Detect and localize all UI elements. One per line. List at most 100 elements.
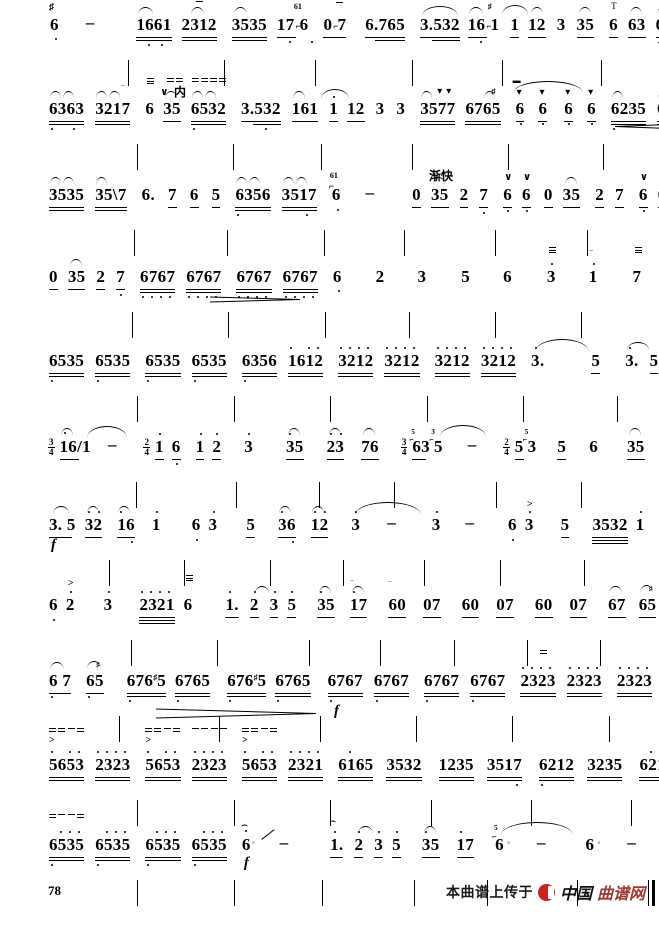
note-group: 6165 bbox=[338, 751, 374, 781]
note-group: 3535 bbox=[231, 7, 267, 41]
dynamic-forte: f bbox=[243, 855, 249, 871]
note-group: 6765 bbox=[175, 672, 211, 702]
note-group: 6 bbox=[145, 78, 155, 119]
site-logo-icon[interactable] bbox=[537, 883, 555, 901]
note-group: 2 bbox=[354, 826, 374, 858]
note-group: 6 bbox=[589, 437, 598, 456]
note-group: 2323 bbox=[616, 667, 653, 697]
note-group: ‾ 1 bbox=[588, 250, 598, 286]
note-group: 6212 bbox=[639, 751, 659, 781]
note-group: 5 bbox=[557, 438, 567, 460]
note-group: 0 bbox=[49, 268, 58, 290]
barline bbox=[581, 482, 583, 508]
note-group: T 6 bbox=[609, 2, 618, 38]
note-group: 3535 bbox=[49, 177, 85, 211]
note-group: 7 bbox=[116, 268, 126, 296]
note-group: 6 bbox=[192, 516, 201, 541]
note-group: 7 bbox=[168, 186, 177, 208]
barline bbox=[416, 716, 418, 742]
note-group: 6356 bbox=[235, 177, 271, 216]
note-group: 6535 bbox=[49, 814, 85, 866]
note-group: 07 bbox=[569, 596, 588, 618]
note-group: 23 bbox=[326, 428, 345, 460]
barline bbox=[321, 144, 323, 170]
note-group: 36 bbox=[278, 506, 296, 543]
note-group: 6363 bbox=[49, 91, 85, 130]
note-group: 2323 bbox=[566, 667, 602, 697]
note-group: 16/1 bbox=[59, 426, 127, 460]
note-group: 5 bbox=[211, 186, 221, 208]
barline bbox=[502, 60, 504, 86]
note-group: 6767 bbox=[373, 672, 410, 702]
barline bbox=[602, 144, 604, 170]
note-group: 7 bbox=[479, 186, 489, 214]
upload-credit: 本曲谱上传于 中国 曲谱网 bbox=[446, 880, 645, 904]
music-system-3: 3535 35\7 6. 7 6 5 6356 3517 61 ⌐ 6 – 渐快… bbox=[0, 170, 659, 264]
barline bbox=[500, 560, 502, 586]
barline bbox=[236, 482, 238, 508]
note-group: 3212 bbox=[434, 347, 470, 377]
note-group: 17 bbox=[456, 831, 475, 858]
note-group: 3 bbox=[396, 99, 406, 118]
note-group: 3212 bbox=[480, 347, 517, 377]
note-group: 35 bbox=[562, 177, 581, 208]
music-system-9: 6 7 ♯ 65 676♯5 6765 676♯5 6765 6767 6767… bbox=[0, 650, 659, 750]
note-group: ▾ 6 bbox=[538, 88, 548, 125]
note-group: 5 bbox=[246, 516, 256, 538]
note-group: 35 bbox=[67, 259, 86, 290]
barline bbox=[233, 144, 235, 170]
note-group: 6535 bbox=[95, 831, 131, 866]
note-group: 07 bbox=[423, 596, 441, 618]
note-group: ⌢ 1. bbox=[329, 816, 344, 858]
note-group: ♯ 6 bbox=[49, 3, 59, 40]
barline bbox=[233, 800, 235, 826]
note-group: 16⌐1 ♯ bbox=[467, 2, 500, 43]
note-group: 6765 bbox=[275, 672, 311, 702]
tie-dash: – bbox=[85, 13, 95, 32]
barline bbox=[526, 640, 528, 666]
note-group: ▾ 6 bbox=[564, 88, 574, 125]
music-system-2: 6363 ‾ 3217 内 6 ∨ 35 6532 3.532 161 1 12… bbox=[0, 76, 659, 178]
note-group: 161 bbox=[291, 91, 319, 122]
note-group: 32 bbox=[84, 506, 103, 538]
barline bbox=[319, 716, 321, 742]
diminuendo-hairpin bbox=[615, 126, 659, 136]
music-system-7: 3. 5 f 32 16 1 6 3 5 36 12 3 – 3 – 6 > 3… bbox=[0, 499, 659, 594]
note-group: 6535 bbox=[95, 352, 131, 382]
note-group: 676♯5 bbox=[126, 672, 166, 702]
logo-text-china[interactable]: 中国 bbox=[560, 880, 592, 904]
note-group: 2323 bbox=[191, 728, 227, 781]
barline bbox=[600, 640, 602, 666]
barline bbox=[318, 482, 320, 508]
page-footer: 78 本曲谱上传于 中国 曲谱网 bbox=[0, 877, 659, 925]
note-group: 3 bbox=[417, 267, 427, 286]
barline bbox=[109, 560, 111, 586]
note-group: 35 bbox=[317, 586, 335, 618]
score-page: ♯ 6 – 1661 2312 3535 17⌐6 61 0⌐7 6.765 3… bbox=[0, 0, 659, 925]
note-group: 6535 bbox=[145, 831, 181, 866]
logo-text-qupuwang[interactable]: 曲谱网 bbox=[597, 880, 645, 904]
note-group: ♯ 6765 bbox=[465, 87, 501, 125]
note-group: 35 bbox=[576, 7, 595, 38]
crescendo-hairpin bbox=[156, 708, 316, 718]
tie-dash: – bbox=[107, 435, 117, 454]
note-group: 35 bbox=[430, 177, 449, 208]
note-group: > 3 bbox=[524, 499, 534, 534]
note-group: 35 bbox=[627, 428, 645, 460]
note-group: 6 7 bbox=[49, 662, 72, 698]
barline bbox=[412, 60, 413, 86]
note-group: 2323 bbox=[95, 751, 131, 781]
barline bbox=[512, 716, 514, 742]
barline bbox=[587, 230, 589, 256]
barline bbox=[495, 230, 497, 256]
note-group: 2 bbox=[96, 268, 106, 290]
barline bbox=[227, 230, 229, 256]
note-group: 6535 bbox=[49, 352, 85, 382]
note-group: ♯ 65 bbox=[638, 585, 657, 618]
tie-dash: – bbox=[467, 435, 477, 454]
note-group: 3 bbox=[269, 591, 279, 618]
barline bbox=[228, 312, 230, 338]
note-group: ⌢ 6 ◦ f bbox=[241, 820, 275, 871]
barline bbox=[453, 640, 455, 666]
note-group: 5 5 ⌐ 3 bbox=[514, 428, 537, 460]
